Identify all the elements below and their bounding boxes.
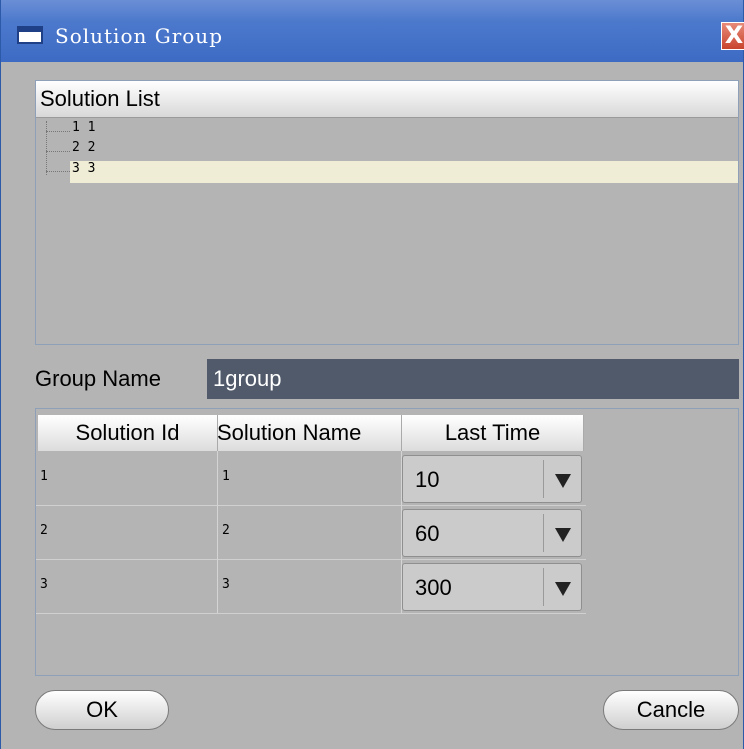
group-name-label: Group Name	[35, 366, 161, 391]
dropdown-arrow-icon[interactable]	[555, 474, 571, 488]
cell-text: 2	[222, 523, 230, 538]
cell-text: 2	[40, 523, 48, 538]
group-name-input[interactable]	[207, 359, 739, 399]
last-time-select[interactable]: 10	[402, 455, 582, 503]
tree-connector	[46, 151, 70, 152]
ok-button[interactable]: OK	[35, 690, 169, 730]
last-time-select[interactable]: 60	[402, 509, 582, 557]
cell-solution-id: 3	[36, 559, 218, 613]
close-icon: X	[724, 21, 744, 49]
solution-group-dialog: Solution Group X Solution List 1 1 2 2 3…	[0, 0, 744, 749]
window-icon	[17, 26, 43, 44]
tree-item[interactable]: 2 2	[36, 141, 738, 161]
cell-solution-id: 1	[36, 451, 218, 505]
title-bar[interactable]: Solution Group X	[1, 0, 744, 62]
last-time-value: 10	[415, 467, 440, 492]
table-row[interactable]: 1 1 10	[36, 451, 586, 506]
cell-solution-name: 3	[218, 559, 402, 613]
last-time-value: 300	[415, 575, 452, 600]
last-time-select[interactable]: 300	[402, 563, 582, 611]
solution-list-title: Solution List	[40, 86, 160, 111]
dropdown-arrow-icon[interactable]	[555, 582, 571, 596]
cell-text: 3	[40, 577, 48, 592]
combo-divider	[543, 568, 544, 606]
cell-text: 1	[40, 469, 48, 484]
cancel-button[interactable]: Cancle	[603, 690, 739, 730]
dropdown-arrow-icon[interactable]	[555, 528, 571, 542]
column-header-last-time[interactable]: Last Time	[402, 415, 584, 451]
solution-list-panel: Solution List 1 1 2 2 3 3	[35, 80, 739, 345]
close-button[interactable]: X	[721, 22, 744, 50]
tree-item-label: 2 2	[72, 140, 96, 155]
solutions-table: Solution Id Solution Name Last Time 1 1 …	[35, 408, 739, 676]
column-header-solution-name[interactable]: Solution Name	[218, 415, 402, 451]
column-header-solution-id[interactable]: Solution Id	[38, 415, 218, 451]
selection-highlight	[70, 161, 738, 183]
tree-item-label: 1 1	[72, 120, 96, 135]
table-row[interactable]: 3 3 300	[36, 559, 586, 614]
cell-text: 1	[222, 469, 230, 484]
cell-solution-name: 2	[218, 505, 402, 559]
cell-text: 3	[222, 577, 230, 592]
tree-item-selected[interactable]: 3 3	[36, 161, 738, 183]
solution-list-header: Solution List	[36, 81, 738, 118]
last-time-value: 60	[415, 521, 440, 546]
tree-connector	[46, 131, 70, 132]
table-row[interactable]: 2 2 60	[36, 505, 586, 560]
combo-divider	[543, 514, 544, 552]
cell-solution-name: 1	[218, 451, 402, 505]
window-title: Solution Group	[55, 24, 223, 48]
tree-connector	[46, 171, 70, 172]
combo-divider	[543, 460, 544, 498]
tree-item-label: 3 3	[72, 161, 96, 176]
cell-solution-id: 2	[36, 505, 218, 559]
tree-item[interactable]: 1 1	[36, 121, 738, 141]
